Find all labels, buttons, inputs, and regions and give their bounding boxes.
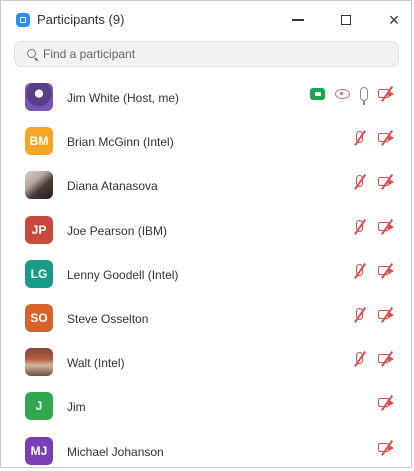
participant-status-icons: [351, 131, 395, 145]
camera-lens-icon: [389, 400, 394, 407]
camera-lens-icon: [389, 135, 394, 142]
mute-icon: [351, 263, 368, 278]
view-icon: [335, 89, 350, 99]
video-off-icon: [378, 308, 395, 322]
participant-name: Michael Johanson: [67, 444, 164, 459]
participant-status-icons: [378, 396, 395, 410]
video-off-icon: [378, 264, 395, 278]
search-input[interactable]: [43, 42, 388, 66]
participant-row[interactable]: J Jim: [1, 382, 411, 426]
participant-name: Lenny Goodell (Intel): [67, 267, 179, 282]
participant-name: Steve Osselton: [67, 311, 149, 326]
participant-avatar: SO: [25, 303, 53, 332]
camera-lens-icon: [389, 444, 394, 451]
video-off-icon: [378, 220, 395, 234]
video-off-icon: [378, 396, 395, 410]
participant-list: Jim White (Host, me) BM Brian McGinn (Inte…: [1, 73, 411, 471]
camera-lens-icon: [389, 179, 394, 186]
minimize-icon: [292, 19, 304, 21]
participant-status-icons: [351, 263, 395, 278]
participant-name: Jim: [67, 400, 86, 415]
participant-status-icons: [310, 87, 395, 105]
video-off-icon: [378, 175, 395, 189]
microphone-icon: [360, 87, 368, 105]
camera-lens-icon: [389, 311, 394, 318]
mute-icon: [351, 219, 368, 234]
close-button[interactable]: ×: [379, 7, 409, 33]
video-off-icon: [378, 441, 395, 455]
participant-avatar: J: [25, 392, 53, 421]
mute-icon: [351, 307, 368, 322]
participant-status-icons: [351, 307, 395, 322]
participant-status-icons: [351, 352, 395, 366]
participant-avatar: LG: [25, 259, 53, 288]
participant-name: Jim White (Host, me): [67, 91, 180, 105]
video-off-icon: [378, 352, 395, 366]
window-title: Participants (9): [37, 12, 125, 27]
participant-status-icons: [351, 175, 395, 189]
participant-photo: [25, 171, 53, 200]
video-off-icon: [378, 131, 395, 145]
participant-row[interactable]: BM Brian McGinn (Intel): [1, 117, 411, 161]
participant-photo: [25, 83, 53, 111]
participant-row[interactable]: MJ Michael Johanson: [1, 427, 411, 471]
participant-status-icons: [378, 441, 395, 455]
participants-window: Participants (9) × Jim White (Host, me) B…: [0, 0, 412, 468]
participant-name: Brian McGinn (Intel): [67, 135, 174, 150]
video-off-icon: [378, 87, 395, 101]
participant-avatar: BM: [25, 127, 53, 156]
participant-row[interactable]: JP Joe Pearson (IBM): [1, 206, 411, 250]
mute-icon: [351, 131, 368, 145]
zoom-logo-icon: [16, 13, 30, 27]
participant-avatar: MJ: [25, 436, 53, 465]
maximize-icon: [341, 15, 351, 25]
host-video-icon[interactable]: [310, 88, 325, 100]
participant-status-icons: [351, 219, 395, 234]
title-bar: Participants (9) ×: [1, 1, 411, 39]
participant-name: Joe Pearson (IBM): [67, 223, 168, 238]
participant-name: Diana Atanasova: [67, 179, 158, 194]
participant-row[interactable]: LG Lenny Goodell (Intel): [1, 250, 411, 294]
participant-row[interactable]: Jim White (Host, me): [1, 73, 411, 117]
camera-lens-icon: [389, 356, 394, 363]
participant-row[interactable]: Diana Atanasova: [1, 161, 411, 205]
participant-photo: [25, 348, 53, 377]
camera-lens-icon: [389, 267, 394, 274]
participant-avatar: JP: [25, 215, 53, 244]
participant-row[interactable]: Walt (Intel): [1, 338, 411, 382]
mute-icon: [351, 175, 368, 189]
camera-lens-icon: [389, 91, 394, 97]
participant-search[interactable]: [14, 41, 399, 67]
participant-row[interactable]: SO Steve Osselton: [1, 294, 411, 338]
minimize-button[interactable]: [283, 7, 313, 33]
mute-icon: [351, 352, 368, 366]
camera-lens-icon: [389, 223, 394, 230]
search-icon: [27, 49, 36, 58]
participant-name: Walt (Intel): [67, 356, 125, 371]
maximize-button[interactable]: [331, 7, 361, 33]
